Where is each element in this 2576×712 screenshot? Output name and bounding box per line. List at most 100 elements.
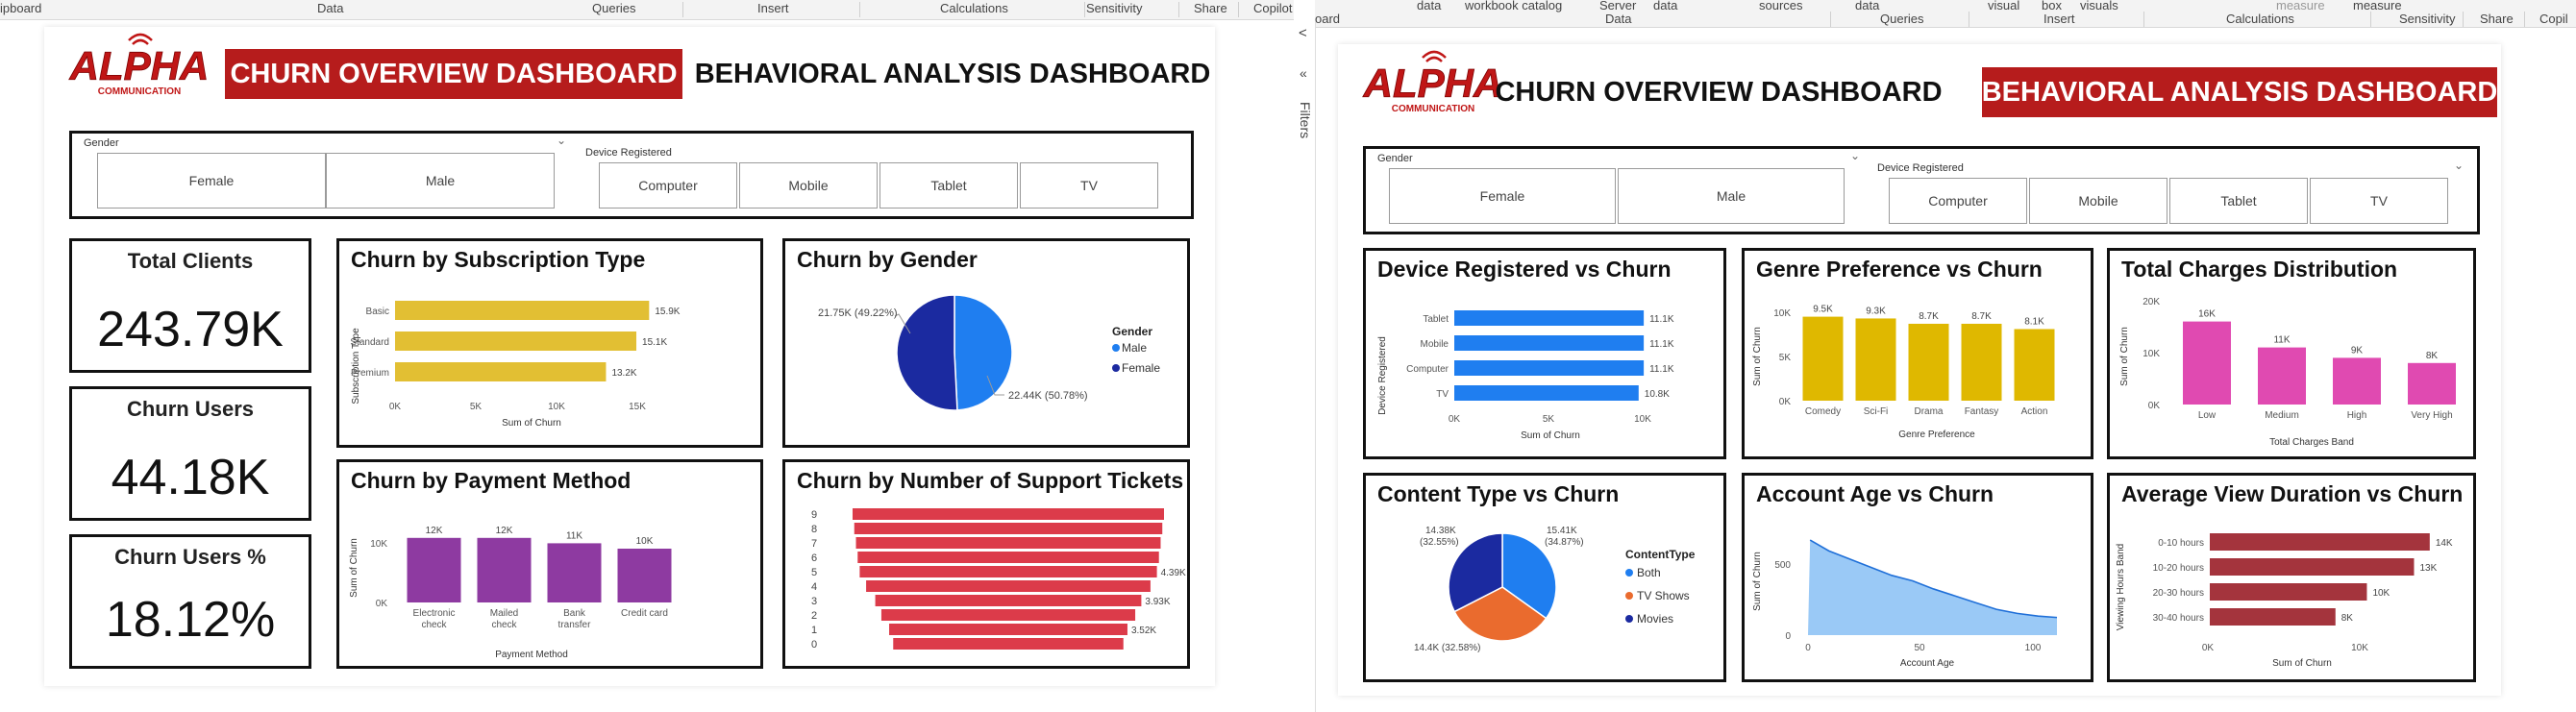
ribbon-group-queries[interactable]: Queries [1880, 12, 1924, 26]
ribbon-group-share[interactable]: Share [1194, 1, 1227, 15]
category-label: 2 [811, 610, 817, 622]
ribbon-group-board[interactable]: oard [1315, 12, 1340, 26]
category-label: check [491, 620, 517, 630]
filters-label[interactable]: Filters [1298, 102, 1313, 140]
chart-card-device: Device Registered vs Churn Device Regist… [1363, 248, 1726, 459]
bar [1961, 323, 2002, 401]
device-option-mobile[interactable]: Mobile [2029, 178, 2167, 224]
svg-text:0K: 0K [2202, 643, 2215, 653]
ribbon-group-copilot[interactable]: Copil [2539, 12, 2568, 26]
nav-churn-overview-button[interactable]: CHURN OVERVIEW DASHBOARD [225, 49, 682, 99]
data-label: 11.1K [1649, 339, 1674, 350]
pie-slice [954, 294, 1013, 411]
category-label: Tablet [1423, 314, 1449, 325]
device-option-computer[interactable]: Computer [599, 162, 737, 209]
svg-text:Sum of Churn: Sum of Churn [2119, 327, 2130, 386]
ribbon-group-data[interactable]: Data [1605, 12, 1631, 26]
account-age-area [1808, 539, 2058, 635]
collapse-icon[interactable]: < [1299, 25, 1307, 41]
nav-churn-overview-button[interactable]: CHURN OVERVIEW DASHBOARD [1495, 67, 1942, 117]
device-option-mobile[interactable]: Mobile [739, 162, 878, 209]
nav-behavioral-analysis-button[interactable]: BEHAVIORAL ANALYSIS DASHBOARD [1982, 67, 2497, 117]
bar [1802, 316, 1844, 401]
chevron-down-icon[interactable]: ⌄ [557, 134, 566, 147]
ribbon-group-data[interactable]: Data [317, 1, 343, 15]
ribbon-group-queries[interactable]: Queries [592, 1, 636, 15]
nav-behavioral-analysis-button[interactable]: BEHAVIORAL ANALYSIS DASHBOARD [695, 49, 1211, 99]
svg-text:10K: 10K [2351, 643, 2368, 653]
category-label: Action [2021, 406, 2048, 417]
gender-option-female[interactable]: Female [1389, 168, 1616, 224]
filters-pane-collapsed[interactable]: < « Filters [1294, 21, 1316, 712]
category-label: Low [2198, 410, 2217, 421]
data-label: 11.1K [1649, 314, 1674, 325]
ribbon-group-calculations[interactable]: Calculations [2226, 12, 2294, 26]
ribbon-group-copilot[interactable]: Copilot [1253, 1, 1292, 15]
support-tickets-funnel: 9 8 7 6 5 4.39K 4 3 3.93K 2 1 3.52K 0 [811, 508, 1186, 651]
bar [1454, 310, 1645, 326]
chevron-down-icon[interactable]: ⌄ [1850, 149, 1860, 162]
gender-option-male[interactable]: Male [326, 153, 555, 209]
ribbon-item[interactable]: visuals [2080, 0, 2118, 12]
ribbon-group-insert[interactable]: Insert [757, 1, 789, 15]
gender-option-male[interactable]: Male [1618, 168, 1845, 224]
ribbon-item[interactable]: data [1417, 0, 1441, 12]
gender-option-female[interactable]: Female [97, 153, 326, 209]
ribbon-group-calculations[interactable]: Calculations [940, 1, 1008, 15]
ribbon-item[interactable]: measure [2353, 0, 2402, 12]
data-label: 11K [566, 530, 582, 541]
device-bars: Tablet 11.1K Mobile 11.1K Computer 11.1K TV 10.… [1406, 310, 1674, 401]
device-option-computer[interactable]: Computer [1889, 178, 2027, 224]
funnel-bar [889, 624, 1127, 635]
ribbon-item[interactable]: visual [1988, 0, 2019, 12]
slicer-panel: Gender ⌄ Female Male Device Registered C… [69, 131, 1194, 219]
gender-pie [896, 294, 1013, 411]
ribbon-item[interactable]: data [1653, 0, 1677, 12]
ribbon-item[interactable]: workbook catalog [1465, 0, 1562, 12]
bar [1855, 318, 1896, 401]
ribbon-group-share[interactable]: Share [2480, 12, 2514, 26]
category-label: 3 [811, 596, 817, 607]
report-page-churn-overview: ALPHA COMMUNICATION CHURN OVERVIEW DASHB… [44, 27, 1215, 686]
svg-text:10K: 10K [1773, 308, 1791, 319]
kpi-title: Churn Users [126, 397, 255, 421]
device-option-tv[interactable]: TV [1020, 162, 1158, 209]
ribbon-item[interactable]: sources [1759, 0, 1803, 12]
data-label: 9.5K [1813, 305, 1833, 315]
pie-label-male: 21.75K (49.22%) [818, 307, 898, 319]
category-label: 5 [811, 567, 817, 578]
alpha-communication-logo: ALPHA COMMUNICATION [67, 33, 211, 100]
bar [395, 301, 650, 320]
expand-icon[interactable]: « [1300, 65, 1307, 81]
ribbon-group-sensitivity[interactable]: Sensitivity [2399, 12, 2456, 26]
svg-text:10K: 10K [1634, 414, 1651, 425]
device-option-tablet[interactable]: Tablet [879, 162, 1018, 209]
genre-bars: 9.5K Comedy 9.3K Sci-Fi 8.7K Drama 8.7K Fantasy… [1802, 305, 2055, 417]
ribbon-group-sensitivity[interactable]: Sensitivity [1086, 1, 1143, 15]
funnel-bar [855, 537, 1161, 549]
device-option-tv[interactable]: TV [2310, 178, 2448, 224]
funnel-bar [893, 638, 1124, 650]
category-label: 7 [811, 538, 817, 550]
category-label: Premium [351, 368, 389, 379]
data-label: 16K [2198, 309, 2216, 320]
svg-text:Account Age: Account Age [1900, 658, 1955, 669]
bar [2408, 362, 2456, 405]
bar [617, 549, 672, 602]
category-label: TV [1436, 389, 1449, 400]
svg-text:0K: 0K [1779, 397, 1792, 407]
ticket-bars: 9 8 7 6 5 4.39K 4 3 3.93K 2 1 3.52K 0 [811, 508, 1186, 651]
bar [407, 537, 461, 602]
device-option-tablet[interactable]: Tablet [2169, 178, 2308, 224]
pie-slice [896, 294, 958, 411]
svg-text:5K: 5K [1543, 414, 1555, 425]
bar [2258, 347, 2306, 405]
gender-pie-chart: 21.75K (49.22%) 22.44K (50.78%) Gender M… [818, 294, 1160, 411]
svg-text:Genre Preference: Genre Preference [1898, 430, 1975, 440]
chevron-down-icon[interactable]: ⌄ [2454, 159, 2464, 172]
ribbon-group-clipboard[interactable]: ipboard [0, 1, 41, 15]
ribbon-item[interactable]: data [1855, 0, 1879, 12]
pie-label-both: 15.41K [1547, 526, 1577, 536]
category-label: 0 [811, 639, 817, 651]
ribbon-group-insert[interactable]: Insert [2043, 12, 2075, 26]
